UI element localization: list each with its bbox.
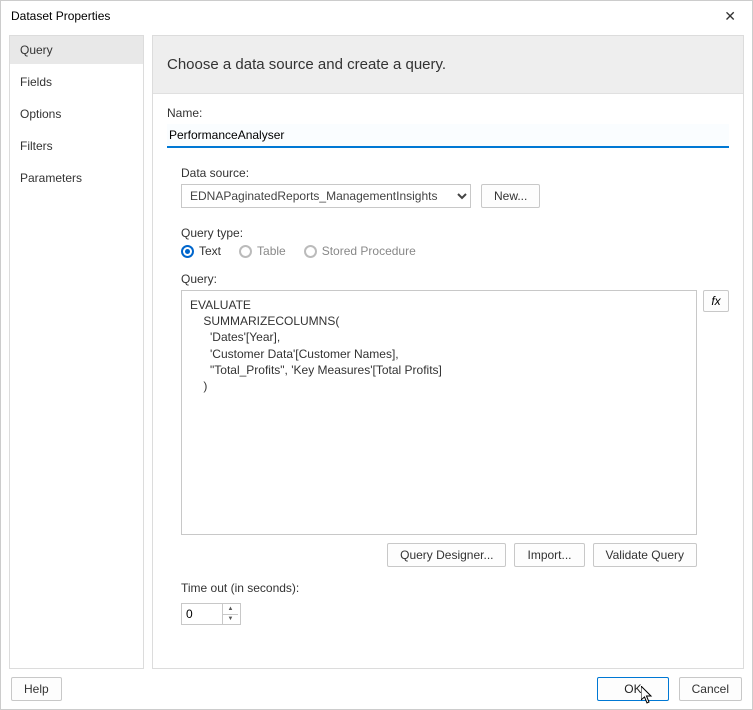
sidebar-item-fields[interactable]: Fields	[10, 68, 143, 96]
radio-icon	[304, 245, 317, 258]
querytype-storedproc-radio[interactable]: Stored Procedure	[304, 244, 416, 258]
timeout-label: Time out (in seconds):	[181, 581, 729, 595]
cancel-button[interactable]: Cancel	[679, 677, 742, 701]
querytype-label: Query type:	[181, 226, 729, 240]
sidebar-item-label: Query	[20, 43, 53, 57]
datasource-label: Data source:	[181, 166, 729, 180]
close-icon[interactable]: ✕	[718, 8, 742, 25]
sidebar-item-label: Fields	[20, 75, 52, 89]
help-button[interactable]: Help	[11, 677, 62, 701]
sidebar-item-query[interactable]: Query	[10, 36, 143, 64]
query-textarea[interactable]	[181, 290, 697, 535]
timeout-stepper[interactable]: ▲ ▼	[181, 603, 241, 625]
ok-button[interactable]: OK	[597, 677, 668, 701]
spinner-down-icon[interactable]: ▼	[223, 615, 238, 625]
radio-label: Stored Procedure	[322, 244, 416, 258]
dialog-body: Query Fields Options Filters Parameters …	[1, 31, 752, 669]
sidebar-item-options[interactable]: Options	[10, 100, 143, 128]
querytype-text-radio[interactable]: Text	[181, 244, 221, 258]
spinner-up-icon[interactable]: ▲	[223, 604, 238, 615]
querytype-group: Text Table Stored Procedure	[181, 244, 729, 258]
radio-icon	[181, 245, 194, 258]
sidebar-item-parameters[interactable]: Parameters	[10, 164, 143, 192]
main-content: Name: Data source: EDNAPaginatedReports_…	[153, 94, 743, 668]
name-label: Name:	[167, 106, 729, 120]
expression-button[interactable]: fx	[703, 290, 729, 312]
timeout-input[interactable]	[182, 604, 222, 624]
query-designer-button[interactable]: Query Designer...	[387, 543, 506, 567]
titlebar: Dataset Properties ✕	[1, 1, 752, 31]
name-input[interactable]	[167, 124, 729, 148]
querytype-table-radio[interactable]: Table	[239, 244, 286, 258]
sidebar: Query Fields Options Filters Parameters	[9, 35, 144, 669]
radio-label: Table	[257, 244, 286, 258]
dataset-properties-dialog: Dataset Properties ✕ Query Fields Option…	[0, 0, 753, 710]
sidebar-item-filters[interactable]: Filters	[10, 132, 143, 160]
sidebar-item-label: Filters	[20, 139, 53, 153]
dialog-footer: Help OK Cancel	[1, 669, 752, 709]
radio-label: Text	[199, 244, 221, 258]
dialog-title: Dataset Properties	[11, 9, 110, 23]
validate-query-button[interactable]: Validate Query	[593, 543, 698, 567]
query-label: Query:	[181, 272, 729, 286]
panel-heading: Choose a data source and create a query.	[153, 36, 743, 94]
sidebar-item-label: Options	[20, 107, 61, 121]
radio-icon	[239, 245, 252, 258]
import-button[interactable]: Import...	[514, 543, 584, 567]
sidebar-item-label: Parameters	[20, 171, 82, 185]
datasource-select[interactable]: EDNAPaginatedReports_ManagementInsights	[181, 184, 471, 208]
fx-icon: fx	[711, 294, 720, 308]
new-datasource-button[interactable]: New...	[481, 184, 540, 208]
main-panel: Choose a data source and create a query.…	[152, 35, 744, 669]
